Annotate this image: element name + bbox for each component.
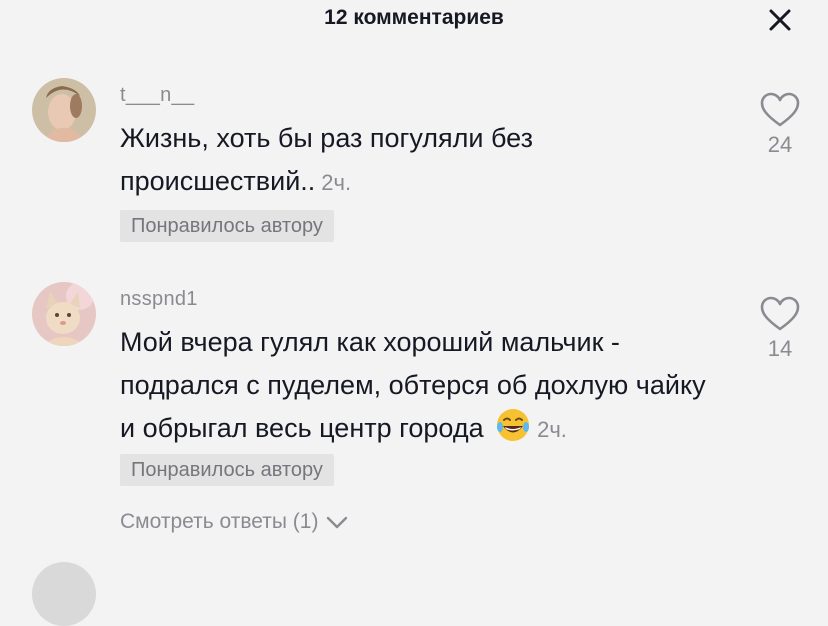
comment-time: 2ч. [537, 417, 567, 442]
heart-outline-icon [760, 296, 800, 331]
comment-item: nsspnd1 Мой вчера гулял как хороший маль… [0, 282, 828, 502]
comments-count-title: 12 комментариев [324, 6, 504, 29]
comment-item: t___n__ Жизнь, хоть бы раз погуляли без … [0, 78, 828, 248]
comment-time: 2ч. [321, 170, 352, 195]
chevron-down-icon [327, 516, 348, 529]
like-count: 24 [767, 132, 793, 157]
comment-username[interactable]: nsspnd1 [120, 288, 198, 311]
comment-text-block: Жизнь, хоть бы раз погуляли без происшес… [120, 117, 710, 204]
avatar[interactable] [32, 562, 96, 626]
avatar[interactable] [32, 282, 96, 346]
close-button[interactable] [764, 4, 796, 36]
liked-by-author-badge: Понравилось автору [120, 454, 334, 486]
comments-header: 12 комментариев [0, 0, 828, 40]
avatar-photo [32, 282, 96, 346]
avatar-photo [32, 78, 96, 142]
like-count: 14 [767, 336, 793, 361]
close-icon [769, 9, 791, 31]
like-button[interactable]: 24 [756, 92, 804, 158]
comment-text-block: Мой вчера гулял как хороший мальчик - по… [120, 321, 710, 451]
heart-outline-icon [760, 92, 800, 127]
view-replies-button[interactable]: Смотреть ответы (1) [120, 510, 348, 534]
view-replies-label: Смотреть ответы (1) [120, 510, 319, 533]
liked-by-author-badge: Понравилось автору [120, 210, 334, 242]
avatar[interactable] [32, 78, 96, 142]
like-button[interactable]: 14 [756, 296, 804, 362]
comment-text: Мой вчера гулял как хороший мальчик - по… [120, 327, 706, 443]
comment-username[interactable]: t___n__ [120, 84, 194, 107]
laughing-emoji-icon [495, 407, 531, 443]
